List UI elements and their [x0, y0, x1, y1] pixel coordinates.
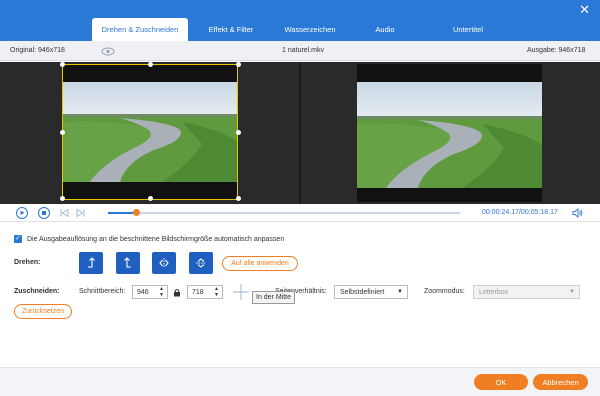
crop-width-input[interactable]: 946 ▲ ▼ — [132, 285, 168, 299]
rotate-right-button[interactable] — [116, 252, 140, 274]
crop-handle[interactable] — [236, 62, 241, 67]
lock-icon[interactable] — [173, 288, 181, 297]
eye-icon[interactable] — [101, 47, 115, 56]
rotate-left-button[interactable] — [79, 252, 103, 274]
title-bar: Drehen & Zuschneiden Effekt & Filter Was… — [0, 0, 600, 41]
file-name: 1 naturel.mkv — [282, 47, 325, 54]
output-letterbox-top — [357, 64, 542, 82]
chevron-down-icon: ▼ — [397, 289, 403, 295]
preview-area — [0, 62, 600, 204]
aspect-ratio-select[interactable]: Selbstdefiniert ▼ — [334, 285, 408, 299]
stop-button[interactable] — [38, 207, 50, 219]
ok-button[interactable]: OK — [474, 374, 528, 390]
crop-handle[interactable] — [60, 62, 65, 67]
output-resolution: Ausgabe: 946x718 — [527, 47, 586, 54]
apply-to-all-button[interactable]: Auf alle anwenden — [222, 256, 298, 271]
close-icon[interactable]: ✕ — [579, 3, 590, 16]
auto-resolution-label: Die Ausgabeauflösung an die beschnittene… — [27, 235, 285, 243]
zoom-mode-label: Zoommodus: — [424, 288, 465, 295]
cancel-button[interactable]: Abbrechen — [533, 374, 588, 390]
tab-watermark[interactable]: Wasserzeichen — [275, 18, 345, 41]
timeline-handle[interactable] — [132, 209, 140, 216]
play-icon — [20, 210, 25, 215]
output-letterbox-bottom — [357, 188, 542, 202]
crop-label: Zuschneiden: — [14, 288, 60, 295]
rotate-right-icon — [124, 257, 131, 268]
timeline-slider[interactable] — [108, 209, 460, 216]
flip-vertical-icon — [196, 258, 206, 268]
center-crosshair-icon[interactable] — [232, 283, 250, 301]
output-video-frame — [357, 82, 542, 188]
crop-height-input[interactable]: 718 ▲ ▼ — [187, 285, 223, 299]
stepper-arrows-icon[interactable]: ▲ ▼ — [159, 286, 164, 298]
flip-vertical-button[interactable] — [189, 252, 213, 274]
timeline-progress — [108, 212, 137, 214]
crop-handle[interactable] — [60, 196, 65, 201]
crop-handle[interactable] — [236, 196, 241, 201]
tooltip: In der Mitte — [252, 291, 296, 304]
tab-rotate-crop[interactable]: Drehen & Zuschneiden — [92, 18, 188, 41]
info-bar: Original: 946x718 1 naturel.mkv Ausgabe:… — [0, 41, 600, 61]
stop-icon — [42, 211, 46, 215]
aspect-ratio-value: Selbstdefiniert — [340, 288, 385, 296]
crop-frame[interactable] — [60, 62, 241, 201]
flip-horizontal-icon — [159, 258, 169, 268]
original-resolution: Original: 946x718 — [10, 47, 65, 54]
previous-frame-icon[interactable] — [60, 209, 69, 217]
tab-audio[interactable]: Audio — [355, 18, 415, 41]
preview-divider — [299, 62, 301, 204]
chevron-down-icon: ▼ — [569, 289, 575, 295]
timecode: 00:00:24.17/00:05:18.17 — [482, 209, 558, 216]
rotate-left-icon — [88, 257, 95, 268]
auto-resolution-checkbox[interactable]: ✓ — [14, 235, 22, 243]
crop-handle[interactable] — [60, 130, 65, 135]
zoom-mode-value: Letterbox — [479, 288, 509, 296]
flip-horizontal-button[interactable] — [152, 252, 176, 274]
crop-height-value: 718 — [192, 288, 204, 296]
auto-resolution-option[interactable]: ✓ Die Ausgabeauflösung an die beschnitte… — [14, 235, 284, 243]
crop-handle[interactable] — [236, 130, 241, 135]
tab-subtitles[interactable]: Untertitel — [438, 18, 498, 41]
crop-handle[interactable] — [148, 196, 153, 201]
zoom-mode-select: Letterbox ▼ — [473, 285, 580, 299]
play-button[interactable] — [16, 207, 28, 219]
crop-handle[interactable] — [148, 62, 153, 67]
stepper-arrows-icon[interactable]: ▲ ▼ — [214, 286, 219, 298]
crop-width-value: 946 — [137, 288, 149, 296]
rotate-label: Drehen: — [14, 259, 41, 266]
reset-button[interactable]: Zurücksetzen — [14, 304, 72, 319]
tab-effect-filter[interactable]: Effekt & Filter — [195, 18, 267, 41]
next-frame-icon[interactable] — [76, 209, 85, 217]
playback-bar: 00:00:24.17/00:05:18.17 — [0, 204, 600, 222]
volume-icon[interactable] — [572, 208, 583, 218]
footer-bar: OK Abbrechen — [0, 367, 600, 396]
crop-area-label: Schnittbereich: — [79, 288, 126, 295]
